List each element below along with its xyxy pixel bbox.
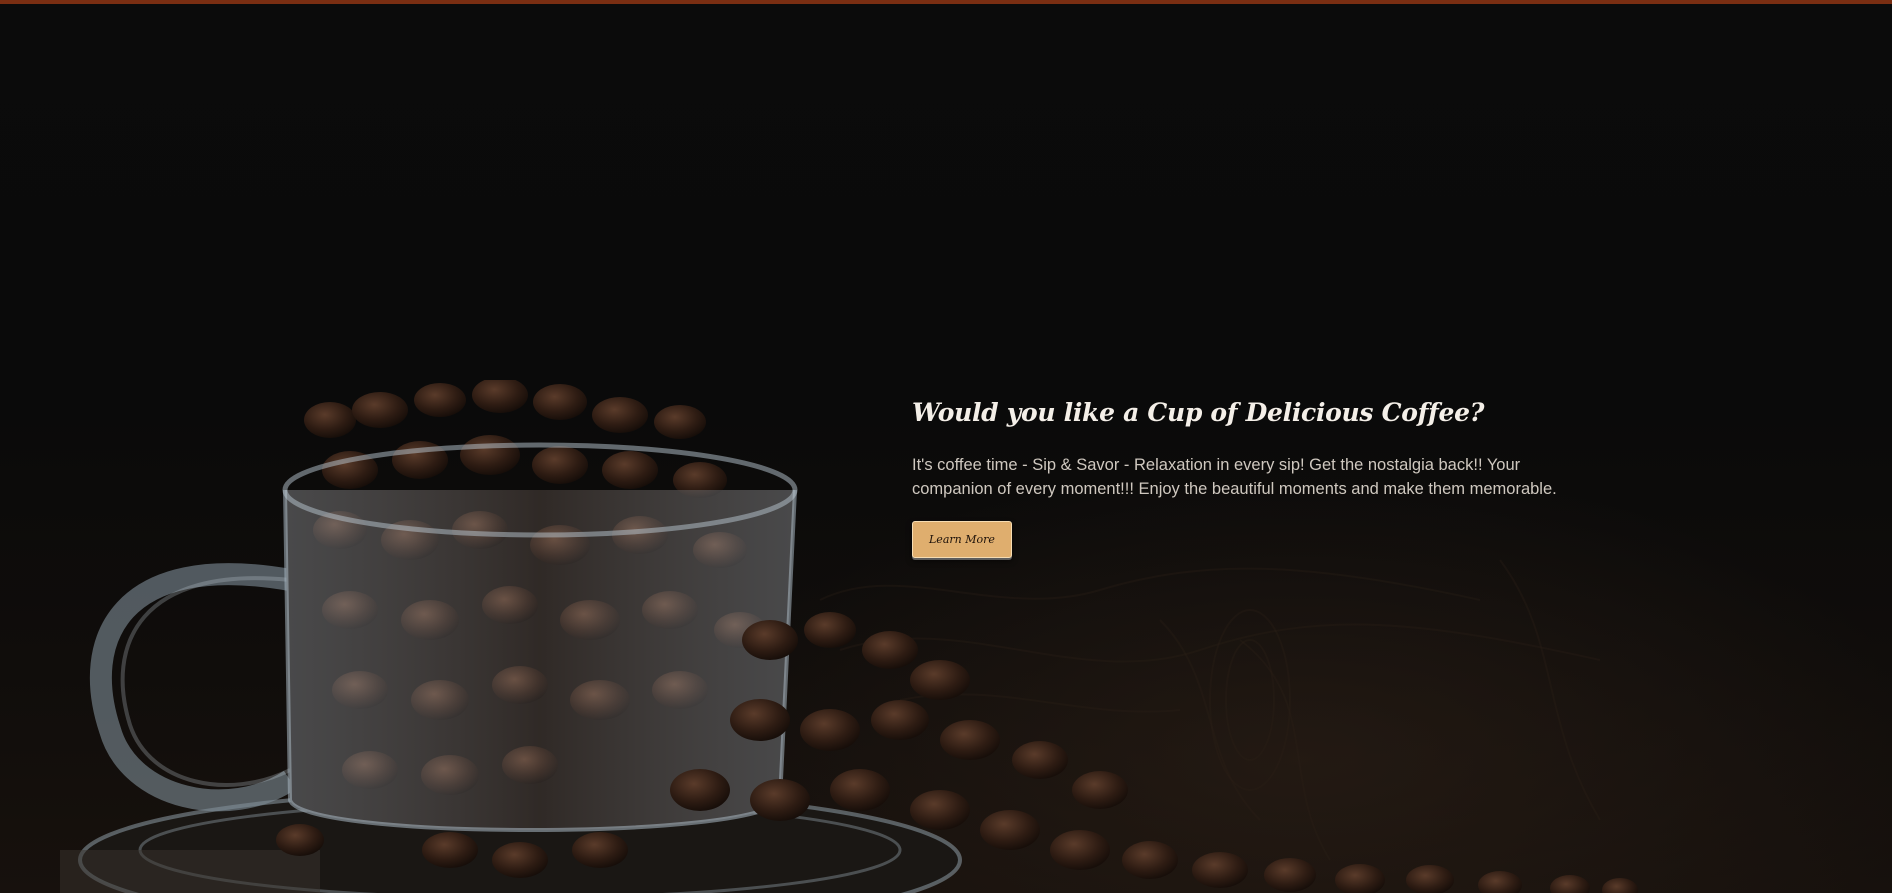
hero-description: It's coffee time - Sip & Savor - Relaxat…	[912, 456, 1557, 498]
learn-more-button[interactable]: Learn More	[912, 521, 1012, 558]
hero-section: Would you like a Cup of Delicious Coffee…	[0, 0, 1892, 893]
hero-headline: Would you like a Cup of Delicious Coffee…	[912, 398, 1485, 427]
hero-content: Would you like a Cup of Delicious Coffee…	[912, 398, 1592, 558]
